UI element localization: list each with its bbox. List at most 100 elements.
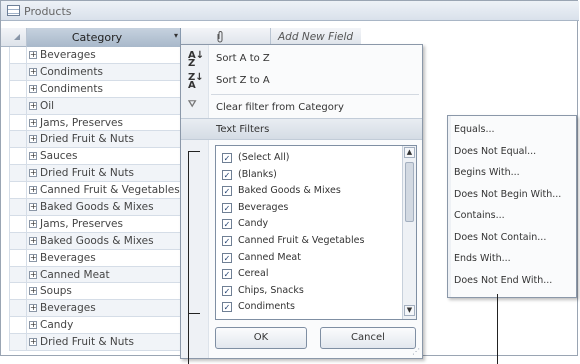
table-row[interactable]: + Beverages xyxy=(9,249,181,267)
plus-expand-icon[interactable]: + xyxy=(29,169,37,178)
text-filter-option[interactable]: Contains... xyxy=(454,210,505,221)
row-selector[interactable] xyxy=(10,232,27,249)
table-row[interactable]: + Sauces xyxy=(9,148,181,166)
checkbox[interactable]: ✓ xyxy=(222,169,232,180)
category-cell[interactable]: Beverages xyxy=(40,302,96,314)
plus-expand-icon[interactable]: + xyxy=(29,135,37,144)
checkbox[interactable]: ✓ xyxy=(222,285,232,296)
checkbox[interactable]: ✓ xyxy=(222,219,232,230)
table-row[interactable]: + Dried Fruit & Nuts xyxy=(9,131,181,149)
row-selector[interactable] xyxy=(10,131,27,148)
table-row[interactable]: + Canned Fruit & Vegetables xyxy=(9,182,181,200)
table-row[interactable]: + Dried Fruit & Nuts xyxy=(9,334,181,352)
category-cell[interactable]: Condiments xyxy=(40,66,103,78)
menu-item-sort-z-to-a[interactable]: Z↓ A Sort Z to A xyxy=(181,70,422,92)
text-filter-option[interactable]: Does Not Contain... xyxy=(454,232,546,243)
table-row[interactable]: + Baked Goods & Mixes xyxy=(9,199,181,216)
checkbox[interactable]: ✓ xyxy=(222,153,232,163)
dropdown-arrow-icon[interactable]: ▾ xyxy=(174,31,178,40)
resize-grip-icon[interactable]: ⋰ xyxy=(412,347,420,356)
plus-expand-icon[interactable]: + xyxy=(29,152,37,161)
category-cell[interactable]: Candy xyxy=(40,319,73,331)
text-filter-option[interactable]: Ends With... xyxy=(454,253,511,264)
checkbox[interactable]: ✓ xyxy=(222,186,232,197)
table-row[interactable]: + Oil xyxy=(9,97,181,115)
row-selector[interactable] xyxy=(10,47,27,63)
menu-item-clear-filter[interactable]: ⛛ Clear filter from Category xyxy=(181,97,422,119)
row-selector[interactable] xyxy=(10,334,27,351)
row-selector[interactable] xyxy=(10,97,27,114)
category-cell[interactable]: Canned Fruit & Vegetables xyxy=(40,184,180,196)
checklist-scrollbar[interactable]: ▲ ▼ xyxy=(402,146,416,319)
table-row[interactable]: + Dried Fruit & Nuts xyxy=(9,165,181,183)
plus-expand-icon[interactable]: + xyxy=(29,186,37,195)
scroll-down-icon[interactable]: ▼ xyxy=(404,305,415,316)
table-row[interactable]: + Condiments xyxy=(9,63,181,81)
checkbox[interactable]: ✓ xyxy=(222,202,232,213)
plus-expand-icon[interactable]: + xyxy=(29,321,37,330)
row-selector[interactable] xyxy=(10,266,27,283)
row-selector[interactable] xyxy=(10,114,27,131)
row-selector[interactable] xyxy=(10,283,27,300)
category-cell[interactable]: Dried Fruit & Nuts xyxy=(40,167,134,179)
text-filter-option[interactable]: Equals... xyxy=(454,124,495,135)
plus-expand-icon[interactable]: + xyxy=(29,338,37,347)
ok-button[interactable]: OK xyxy=(215,327,307,349)
category-cell[interactable]: Dried Fruit & Nuts xyxy=(40,336,134,348)
category-cell[interactable]: Canned Meat xyxy=(40,269,110,281)
category-cell[interactable]: Baked Goods & Mixes xyxy=(40,235,154,247)
category-cell[interactable]: Beverages xyxy=(40,49,96,61)
category-cell[interactable]: Baked Goods & Mixes xyxy=(40,201,154,213)
plus-expand-icon[interactable]: + xyxy=(29,101,37,110)
plus-expand-icon[interactable]: + xyxy=(29,118,37,127)
row-selector[interactable] xyxy=(10,182,27,199)
table-row[interactable]: + Canned Meat xyxy=(9,266,181,284)
checkbox[interactable]: ✓ xyxy=(222,252,232,263)
select-all-corner[interactable] xyxy=(9,28,27,47)
plus-expand-icon[interactable]: + xyxy=(29,270,37,279)
plus-expand-icon[interactable]: + xyxy=(29,304,37,313)
plus-expand-icon[interactable]: + xyxy=(29,51,37,59)
scroll-thumb[interactable] xyxy=(405,162,414,222)
cancel-button[interactable]: Cancel xyxy=(320,327,416,349)
table-row[interactable]: + Beverages xyxy=(9,300,181,318)
text-filter-option[interactable]: Does Not End With... xyxy=(454,275,552,286)
row-selector[interactable] xyxy=(10,300,27,317)
text-filter-option[interactable]: Begins With... xyxy=(454,167,520,178)
table-row[interactable]: + Jams, Preserves xyxy=(9,215,181,233)
plus-expand-icon[interactable]: + xyxy=(29,287,37,296)
table-row[interactable]: + Jams, Preserves xyxy=(9,114,181,132)
table-row[interactable]: + Beverages xyxy=(9,47,181,64)
category-cell[interactable]: Jams, Preserves xyxy=(40,218,123,230)
text-filter-option[interactable]: Does Not Begin With... xyxy=(454,189,561,200)
category-cell[interactable]: Beverages xyxy=(40,252,96,264)
row-selector[interactable] xyxy=(10,165,27,182)
menu-item-sort-a-to-z[interactable]: A↓ Z Sort A to Z xyxy=(181,48,422,70)
category-cell[interactable]: Soups xyxy=(40,285,72,297)
column-header-category[interactable]: Category ▾ xyxy=(27,28,181,47)
row-selector[interactable] xyxy=(10,80,27,97)
checkbox[interactable]: ✓ xyxy=(222,302,232,313)
scroll-up-icon[interactable]: ▲ xyxy=(404,147,415,158)
table-row[interactable]: + Soups xyxy=(9,283,181,301)
category-cell[interactable]: Sauces xyxy=(40,150,77,162)
table-row[interactable]: + Condiments xyxy=(9,80,181,98)
checkbox[interactable]: ✓ xyxy=(222,236,232,246)
plus-expand-icon[interactable]: + xyxy=(29,67,37,76)
row-selector[interactable] xyxy=(10,148,27,165)
row-selector[interactable] xyxy=(10,249,27,266)
row-selector[interactable] xyxy=(10,317,27,334)
plus-expand-icon[interactable]: + xyxy=(29,253,37,262)
row-selector[interactable] xyxy=(10,63,27,80)
table-row[interactable]: + Baked Goods & Mixes xyxy=(9,232,181,250)
category-cell[interactable]: Condiments xyxy=(40,83,103,95)
category-cell[interactable]: Dried Fruit & Nuts xyxy=(40,133,134,145)
plus-expand-icon[interactable]: + xyxy=(29,236,37,245)
plus-expand-icon[interactable]: + xyxy=(29,84,37,93)
plus-expand-icon[interactable]: + xyxy=(29,219,37,228)
plus-expand-icon[interactable]: + xyxy=(29,203,37,212)
row-selector[interactable] xyxy=(10,215,27,232)
category-cell[interactable]: Jams, Preserves xyxy=(40,117,123,129)
table-tab[interactable]: Products xyxy=(1,1,579,21)
row-selector[interactable] xyxy=(10,199,27,215)
